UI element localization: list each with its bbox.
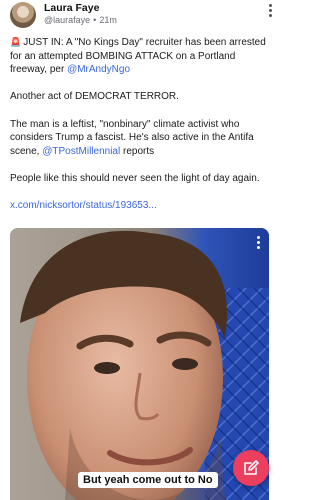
post-age: 21m — [99, 15, 117, 25]
embedded-link[interactable]: x.com/nicksortor/status/193653... — [10, 199, 272, 213]
siren-icon: 🚨 — [10, 37, 22, 47]
meta-separator: • — [93, 15, 97, 25]
post-meta: @laurafaye • 21m — [44, 15, 117, 25]
compose-button[interactable] — [233, 450, 269, 486]
mention-mrandyngo[interactable]: @MrAndyNgo — [67, 64, 130, 75]
post-body: 🚨 JUST IN: A "No Kings Day" recruiter has… — [10, 36, 272, 226]
paragraph-1: 🚨 JUST IN: A "No Kings Day" recruiter has… — [10, 36, 272, 77]
mention-tpostmillennial[interactable]: @TPostMillennial — [42, 146, 120, 157]
edit-icon — [244, 460, 259, 475]
video-frame — [10, 228, 269, 500]
paragraph-1-text: JUST IN: A "No Kings Day" recruiter has … — [10, 37, 266, 76]
paragraph-2: Another act of DEMOCRAT TERROR. — [10, 91, 179, 103]
paragraph-4: People like this should never seen the l… — [10, 172, 260, 184]
author-handle[interactable]: @laurafaye — [44, 15, 90, 25]
video-caption: But yeah come out to No — [78, 472, 218, 488]
post-header: Laura Faye @laurafaye • 21m — [10, 2, 273, 28]
video-more-icon[interactable] — [257, 236, 261, 251]
author-name[interactable]: Laura Faye — [44, 2, 99, 14]
paragraph-3-tail: reports — [120, 145, 155, 157]
video-player[interactable]: But yeah come out to No — [10, 228, 269, 500]
paragraph-3: The man is a leftist, "nonbinary" climat… — [10, 118, 272, 159]
more-vertical-icon[interactable] — [269, 4, 273, 20]
avatar[interactable] — [10, 2, 36, 28]
